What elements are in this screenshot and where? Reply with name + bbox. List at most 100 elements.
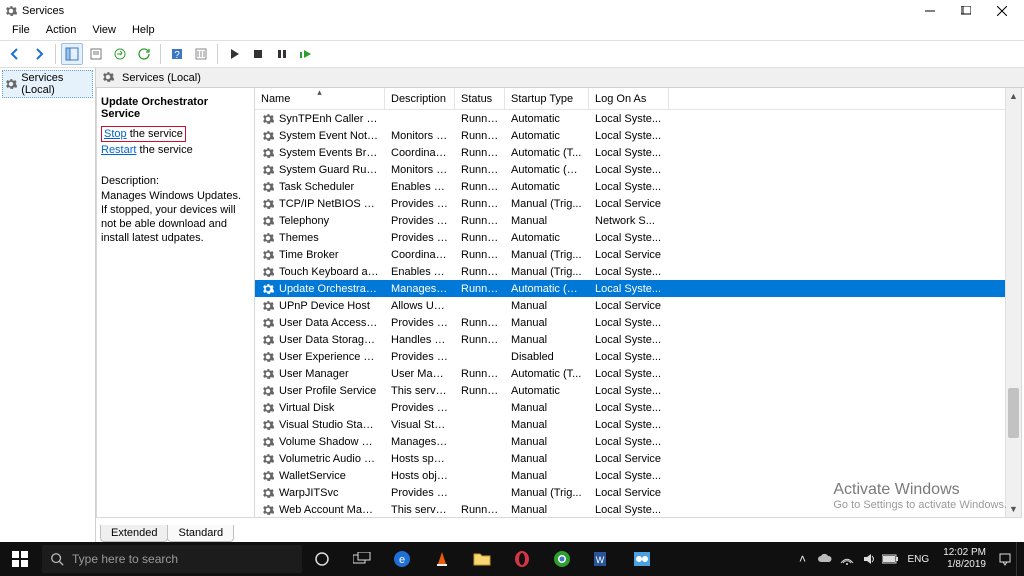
tab-extended[interactable]: Extended	[100, 525, 168, 542]
service-description: Visual Studi...	[385, 419, 455, 431]
refresh-button[interactable]	[133, 43, 155, 65]
service-row[interactable]: User Data Storage_fee91aHandles sto...Ru…	[255, 331, 1021, 348]
nav-label: Services (Local)	[21, 72, 90, 96]
service-status: Running	[455, 181, 505, 193]
menu-help[interactable]: Help	[124, 22, 163, 40]
pause-service-button[interactable]	[271, 43, 293, 65]
service-row[interactable]: Touch Keyboard and Hand...Enables Tou...…	[255, 263, 1021, 280]
service-row[interactable]: TelephonyProvides Tel...RunningManualNet…	[255, 212, 1021, 229]
service-row[interactable]: Volumetric Audio Composit...Hosts spatia…	[255, 450, 1021, 467]
service-row[interactable]: Volume Shadow CopyManages an...ManualLoc…	[255, 433, 1021, 450]
service-row[interactable]: System Guard Runtime Mo...Monitors an...…	[255, 161, 1021, 178]
restart-service-link[interactable]: Restart	[101, 144, 136, 156]
properties-button[interactable]	[85, 43, 107, 65]
back-button[interactable]	[4, 43, 26, 65]
column-description[interactable]: Description	[385, 88, 455, 109]
tray-network-icon[interactable]	[836, 542, 858, 576]
restart-service-button[interactable]	[295, 43, 317, 65]
service-startup: Manual (Trig...	[505, 198, 589, 210]
service-row[interactable]: Update Orchestrator ServiceManages W...R…	[255, 280, 1021, 297]
start-button[interactable]	[0, 542, 40, 576]
service-row[interactable]: Time BrokerCoordinates...RunningManual (…	[255, 246, 1021, 263]
service-name: Themes	[279, 232, 319, 244]
service-row[interactable]: Visual Studio Standard Coll... Visual Stu…	[255, 416, 1021, 433]
column-status[interactable]: Status	[455, 88, 505, 109]
service-status: Running	[455, 232, 505, 244]
taskbar-app-chrome[interactable]	[542, 542, 582, 576]
service-row[interactable]: TCP/IP NetBIOS HelperProvides su...Runni…	[255, 195, 1021, 212]
menu-action[interactable]: Action	[38, 22, 85, 40]
service-description: Hosts spatia...	[385, 453, 455, 465]
taskbar-app-edge[interactable]: e	[382, 542, 422, 576]
service-startup: Automatic (D...	[505, 283, 589, 295]
service-name: Web Account Manager	[279, 504, 379, 516]
service-startup: Automatic	[505, 181, 589, 193]
service-row[interactable]: ThemesProvides us...RunningAutomaticLoca…	[255, 229, 1021, 246]
export-list-button[interactable]	[109, 43, 131, 65]
gear-icon	[261, 316, 275, 330]
service-row[interactable]: User Profile ServiceThis service ...Runn…	[255, 382, 1021, 399]
tray-volume-icon[interactable]	[858, 542, 880, 576]
forward-button[interactable]	[28, 43, 50, 65]
column-name[interactable]: ▴Name	[255, 88, 385, 109]
service-description: Provides su...	[385, 198, 455, 210]
scroll-down-icon[interactable]: ▼	[1006, 501, 1021, 517]
menu-view[interactable]: View	[84, 22, 124, 40]
service-logon: Local Syste...	[589, 266, 669, 278]
stop-service-button[interactable]	[247, 43, 269, 65]
stop-tail: the service	[127, 128, 183, 140]
nav-services-local[interactable]: Services (Local)	[2, 70, 93, 98]
start-service-button[interactable]	[223, 43, 245, 65]
gear-icon	[261, 401, 275, 415]
service-name: Visual Studio Standard Coll...	[279, 419, 379, 431]
gear-icon	[261, 197, 275, 211]
service-name: Telephony	[279, 215, 329, 227]
show-desktop-button[interactable]	[1016, 542, 1022, 576]
tray-language[interactable]: ENG	[902, 554, 936, 565]
services-list: ▴Name Description Status Startup Type Lo…	[255, 88, 1021, 517]
column-startup[interactable]: Startup Type	[505, 88, 589, 109]
service-logon: Local Service	[589, 487, 669, 499]
service-row[interactable]: System Events BrokerCoordinates...Runnin…	[255, 144, 1021, 161]
service-startup: Manual	[505, 470, 589, 482]
service-row[interactable]: UPnP Device HostAllows UPn...ManualLocal…	[255, 297, 1021, 314]
taskbar-app-opera[interactable]	[502, 542, 542, 576]
service-row[interactable]: Task SchedulerEnables a us...RunningAuto…	[255, 178, 1021, 195]
vertical-scrollbar[interactable]: ▲ ▼	[1005, 88, 1021, 517]
taskbar-app-vlc[interactable]	[422, 542, 462, 576]
service-status: Running	[455, 385, 505, 397]
scroll-up-icon[interactable]: ▲	[1006, 88, 1021, 104]
taskbar-app-word[interactable]: W	[582, 542, 622, 576]
menu-file[interactable]: File	[4, 22, 38, 40]
cortana-button[interactable]	[302, 542, 342, 576]
service-row[interactable]: System Event Notification S...Monitors s…	[255, 127, 1021, 144]
gear-icon	[261, 384, 275, 398]
tray-onedrive-icon[interactable]	[814, 542, 836, 576]
gear-icon	[261, 112, 275, 126]
column-logon[interactable]: Log On As	[589, 88, 669, 109]
minimize-button[interactable]	[912, 0, 948, 22]
service-startup: Manual	[505, 453, 589, 465]
scrollbar-thumb[interactable]	[1008, 388, 1019, 438]
service-row[interactable]: Virtual DiskProvides m...ManualLocal Sys…	[255, 399, 1021, 416]
help-button[interactable]: ?	[166, 43, 188, 65]
tray-notifications-icon[interactable]	[994, 542, 1016, 576]
taskbar-app-explorer[interactable]	[462, 542, 502, 576]
tray-show-hidden-icon[interactable]: ˄	[792, 542, 814, 576]
show-hide-tree-button[interactable]	[61, 43, 83, 65]
extra-button[interactable]	[190, 43, 212, 65]
maximize-button[interactable]	[948, 0, 984, 22]
taskbar-app-services[interactable]	[622, 542, 662, 576]
tray-battery-icon[interactable]	[880, 542, 902, 576]
service-row[interactable]: User Data Access_fee91aProvides ap...Run…	[255, 314, 1021, 331]
stop-service-link[interactable]: Stop	[104, 128, 127, 140]
tray-clock[interactable]: 12:02 PM 1/8/2019	[935, 547, 994, 571]
service-row[interactable]: SynTPEnh Caller ServiceRunningAutomaticL…	[255, 110, 1021, 127]
taskbar-search[interactable]: Type here to search	[42, 545, 302, 573]
task-view-button[interactable]	[342, 542, 382, 576]
close-button[interactable]	[984, 0, 1020, 22]
gear-icon	[261, 435, 275, 449]
tab-standard[interactable]: Standard	[167, 525, 234, 542]
service-row[interactable]: User Experience Virtualizatio...Provides…	[255, 348, 1021, 365]
service-row[interactable]: User ManagerUser Manag...RunningAutomati…	[255, 365, 1021, 382]
